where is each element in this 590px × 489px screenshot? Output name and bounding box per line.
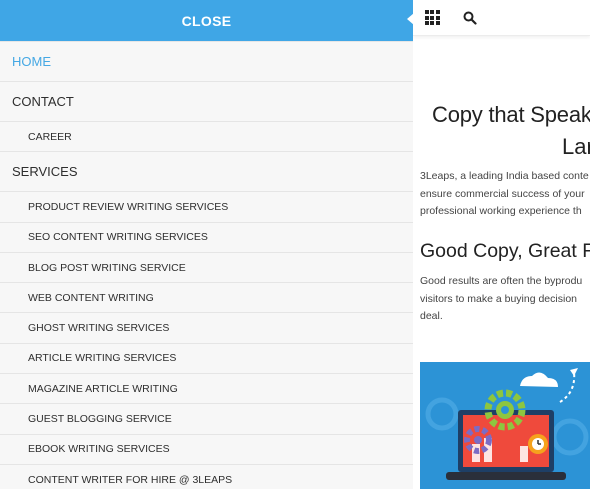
seo-illustration <box>420 362 590 489</box>
body-line-3: deal. <box>420 310 443 322</box>
menu-item-ebook-writing-services[interactable]: EBOOK WRITING SERVICES <box>0 435 413 465</box>
menu-item-label: SEO CONTENT WRITING SERVICES <box>28 231 208 244</box>
intro-line-3: professional working experience th <box>420 205 582 217</box>
menu-item-ghost-writing-services[interactable]: GHOST WRITING SERVICES <box>0 313 413 344</box>
menu-item-label: EBOOK WRITING SERVICES <box>28 443 170 456</box>
grid-icon[interactable] <box>423 9 441 27</box>
menu-item-article-writing-services[interactable]: ARTICLE WRITING SERVICES <box>0 344 413 375</box>
menu-item-label: ARTICLE WRITING SERVICES <box>28 352 177 365</box>
menu-item-career[interactable]: CAREER <box>0 122 413 153</box>
menu-item-seo-content-writing-services[interactable]: SEO CONTENT WRITING SERVICES <box>0 223 413 253</box>
menu-item-label: MAGAZINE ARTICLE WRITING <box>28 382 178 395</box>
hero-title-continued: Lar <box>562 134 590 159</box>
close-menu-button[interactable]: CLOSE <box>0 0 413 41</box>
body-line-2: visitors to make a buying decision <box>420 293 577 305</box>
menu-item-label: CONTACT <box>12 94 74 109</box>
search-icon[interactable] <box>461 9 479 27</box>
menu-item-home[interactable]: HOME <box>0 42 413 82</box>
menu-item-guest-blogging-service[interactable]: GUEST BLOGGING SERVICE <box>0 404 413 435</box>
menu-item-label: CONTENT WRITER FOR HIRE @ 3LEAPS <box>28 473 233 486</box>
menu-item-label: GHOST WRITING SERVICES <box>28 322 170 335</box>
menu-item-label: WEB CONTENT WRITING <box>28 291 154 304</box>
menu-item-services[interactable]: SERVICES <box>0 152 413 193</box>
menu-item-label: GUEST BLOGGING SERVICE <box>28 413 172 426</box>
menu-item-content-writer-for-hire-3leaps[interactable]: CONTENT WRITER FOR HIRE @ 3LEAPS <box>0 465 413 489</box>
menu-item-label: PRODUCT REVIEW WRITING SERVICES <box>28 200 229 213</box>
menu-item-magazine-article-writing[interactable]: MAGAZINE ARTICLE WRITING <box>0 374 413 405</box>
hero-title: Copy that Speak <box>432 102 590 127</box>
section-heading: Good Copy, Great Fo <box>420 240 590 262</box>
menu-item-blog-post-writing-service[interactable]: BLOG POST WRITING SERVICE <box>0 253 413 284</box>
body-line-1: Good results are often the byprodu <box>420 275 583 287</box>
side-menu: CLOSE HOME CONTACT CAREER SERVICES PRODUCT R… <box>0 0 413 489</box>
close-label: CLOSE <box>181 12 232 29</box>
menu-list: HOME CONTACT CAREER SERVICES PRODUCT REVIEW … <box>0 41 413 489</box>
menu-item-label: SERVICES <box>12 164 78 180</box>
menu-item-label: CAREER <box>28 130 72 143</box>
intro-line-1: 3Leaps, a leading India based conte <box>420 170 589 182</box>
menu-item-web-content-writing[interactable]: WEB CONTENT WRITING <box>0 283 413 314</box>
menu-item-product-review-writing-services[interactable]: PRODUCT REVIEW WRITING SERVICES <box>0 192 413 223</box>
menu-item-label: BLOG POST WRITING SERVICE <box>28 261 186 274</box>
menu-item-label: HOME <box>12 54 51 69</box>
menu-item-contact[interactable]: CONTACT <box>0 82 413 122</box>
top-bar <box>413 0 590 36</box>
